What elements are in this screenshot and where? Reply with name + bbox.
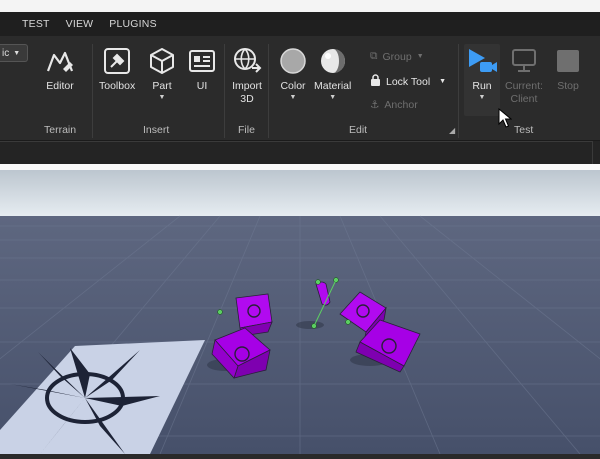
group-icon: ⧉: [370, 50, 378, 62]
lock-icon: [370, 74, 381, 89]
run-icon: [466, 46, 498, 76]
monitor-icon: [508, 46, 540, 76]
material-icon: [317, 46, 349, 76]
group-label: Group: [382, 50, 412, 63]
import-3d-label: Import 3D: [232, 80, 262, 106]
sky: [0, 170, 600, 216]
terrain-editor-button[interactable]: Editor: [44, 46, 76, 93]
menu-bar: TEST VIEW PLUGINS: [0, 12, 600, 36]
anchor-label: Anchor: [384, 99, 418, 111]
color-button[interactable]: Color ▼: [277, 46, 309, 101]
anchor-button[interactable]: ⚓ Anchor: [370, 99, 418, 111]
toolbox-label: Toolbox: [99, 80, 136, 92]
current-client-button[interactable]: Current: Client: [505, 46, 543, 106]
ribbon-footer: [0, 140, 600, 165]
divider: [268, 44, 269, 138]
material-button[interactable]: Material ▼: [314, 46, 351, 101]
material-label: Material: [314, 80, 352, 92]
window-title-bar: [0, 0, 600, 12]
lock-tool-button[interactable]: Lock Tool ▼: [370, 74, 446, 89]
chevron-down-icon: ▼: [439, 78, 447, 85]
part-cube-icon: [146, 46, 178, 76]
chevron-down-icon: ▼: [158, 94, 166, 101]
import-3d-icon: [231, 46, 263, 76]
color-label: Color: [280, 80, 306, 92]
divider: [92, 44, 93, 138]
part-button[interactable]: Part ▼: [146, 46, 178, 101]
menu-test[interactable]: TEST: [0, 18, 58, 30]
ui-label: UI: [196, 80, 208, 92]
run-button[interactable]: Run ▼: [466, 46, 498, 101]
chevron-down-icon: ▼: [13, 49, 21, 57]
editor-label: Editor: [46, 80, 74, 92]
anchor-icon: ⚓: [370, 99, 380, 111]
mode-dropdown[interactable]: ic ▼: [0, 44, 28, 62]
divider: [458, 44, 459, 138]
stop-button[interactable]: Stop: [552, 46, 584, 93]
stop-label: Stop: [557, 80, 579, 92]
menu-view[interactable]: VIEW: [58, 18, 102, 30]
current-client-label: Current: Client: [505, 80, 543, 106]
ui-icon: [186, 46, 218, 76]
group-label-terrain: Terrain: [44, 124, 77, 136]
3d-viewport[interactable]: [0, 170, 600, 455]
current-label-line1: Current:: [505, 80, 543, 92]
group-label-insert: Insert: [143, 124, 170, 136]
toolbox-icon: [101, 46, 133, 76]
chevron-down-icon: ▼: [329, 94, 337, 101]
chevron-down-icon: ▼: [478, 94, 486, 101]
current-label-line2: Client: [510, 93, 538, 105]
group-button[interactable]: ⧉ Group ▼: [370, 50, 424, 63]
terrain-editor-icon: [44, 46, 76, 76]
part-label: Part: [152, 80, 172, 92]
group-label-file: File: [238, 124, 255, 136]
color-icon: [277, 46, 309, 76]
group-label-test: Test: [514, 124, 534, 136]
mode-dropdown-value: ic: [2, 47, 10, 59]
chevron-down-icon: ▼: [416, 53, 424, 60]
lock-tool-label: Lock Tool: [386, 75, 431, 88]
menu-plugins[interactable]: PLUGINS: [101, 18, 165, 30]
toolbox-button[interactable]: Toolbox: [99, 46, 135, 93]
import-3d-button[interactable]: Import 3D: [231, 46, 263, 106]
group-label-edit: Edit: [349, 124, 368, 136]
expand-corner-icon[interactable]: ◢: [449, 126, 455, 135]
chevron-down-icon: ▼: [289, 94, 297, 101]
mouse-cursor-icon: [498, 107, 513, 133]
ui-button[interactable]: UI: [186, 46, 218, 93]
run-label: Run: [472, 80, 492, 92]
import-label-line2: 3D: [240, 93, 254, 105]
divider: [224, 44, 225, 138]
stop-icon: [552, 46, 584, 76]
import-label-line1: Import: [232, 80, 262, 92]
